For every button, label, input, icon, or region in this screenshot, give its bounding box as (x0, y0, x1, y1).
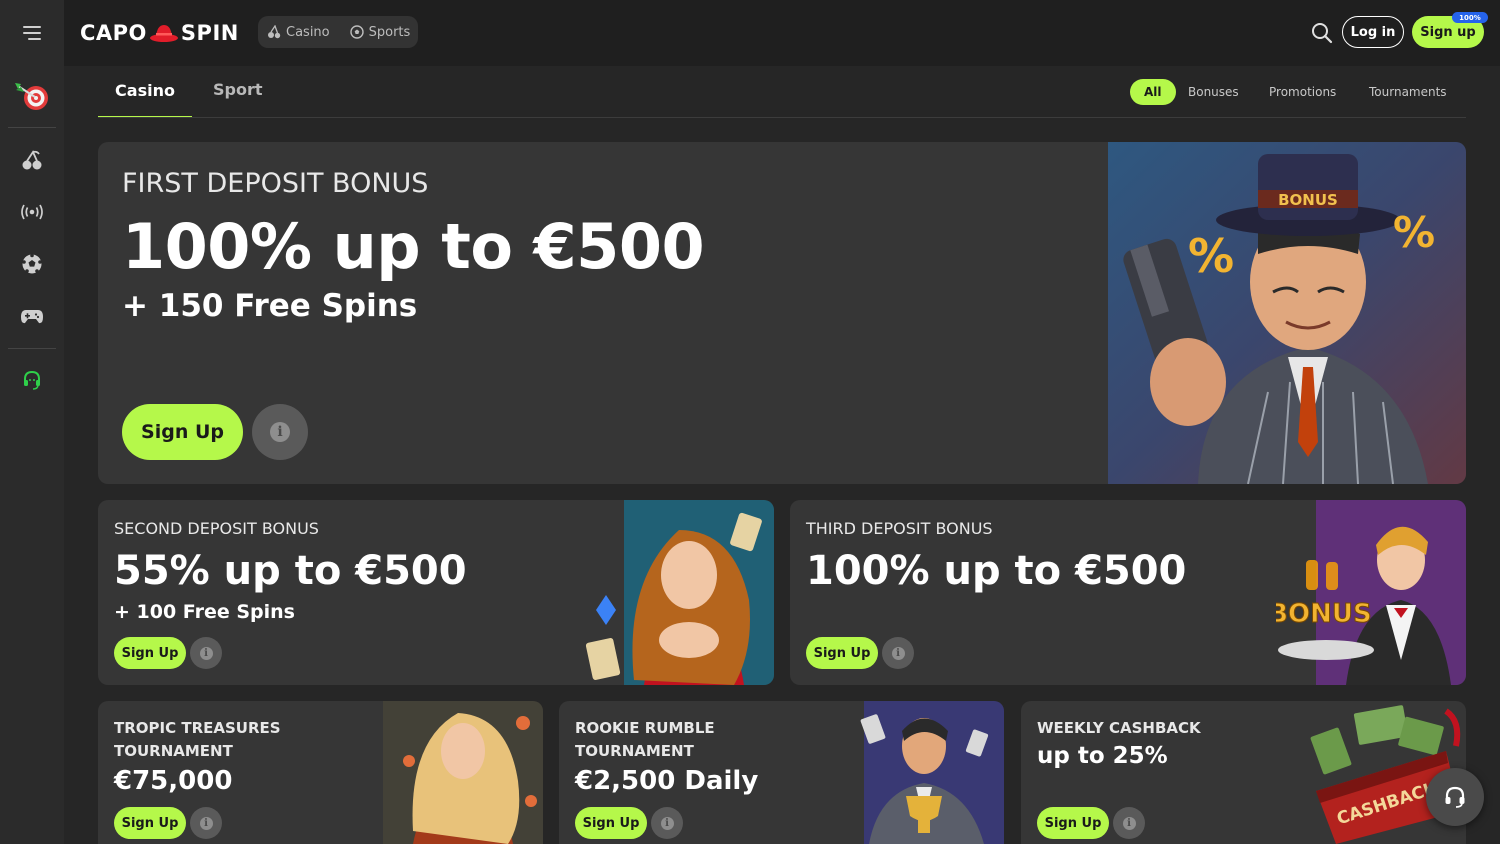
info-icon: i (891, 646, 905, 660)
cherry-icon (22, 150, 42, 170)
sidebar-item-promotions[interactable] (0, 76, 64, 116)
gamepad-icon (21, 310, 43, 324)
tab-casino[interactable]: Casino (98, 80, 192, 118)
mobster-illustration: BONUS % % (1108, 142, 1466, 484)
live-support-button[interactable] (1426, 768, 1484, 826)
info-icon: i (270, 422, 290, 442)
logo-text-right: SPIN (180, 21, 239, 45)
hero-art-word: BONUS (1278, 191, 1338, 209)
card5-kicker-2: TOURNAMENT (575, 742, 694, 760)
card3-art-word: BONUS (1276, 599, 1372, 629)
info-icon: i (199, 646, 213, 660)
search-icon[interactable] (1310, 21, 1334, 45)
card6-signup-button[interactable]: Sign Up (1037, 807, 1109, 839)
card4-info-button[interactable]: i (190, 807, 222, 839)
sidebar-item-games[interactable] (0, 296, 64, 336)
card2-info-button[interactable]: i (190, 637, 222, 669)
sidebar-item-sports[interactable] (0, 244, 64, 284)
logo-text-left: CAPO (80, 21, 147, 45)
filter-promotions[interactable]: Promotions (1269, 79, 1336, 105)
card3-info-button[interactable]: i (882, 637, 914, 669)
hero-info-button[interactable]: i (252, 404, 308, 460)
queen-illustration (585, 500, 774, 685)
card4-headline: €75,000 (114, 766, 233, 796)
card4-kicker-1: TROPIC TREASURES (114, 719, 281, 737)
card3-headline: 100% up to €500 (806, 548, 1187, 594)
hero-bonus-card: FIRST DEPOSIT BONUS 100% up to €500 + 15… (98, 142, 1466, 484)
info-icon: i (660, 816, 674, 830)
soccer-ball-icon (22, 253, 42, 274)
mode-casino[interactable]: Casino (267, 25, 330, 40)
card2-kicker: SECOND DEPOSIT BONUS (114, 519, 319, 538)
hero-kicker: FIRST DEPOSIT BONUS (122, 168, 429, 199)
waiter-illustration: BONUS (1276, 500, 1466, 685)
card2-signup-button[interactable]: Sign Up (114, 637, 186, 669)
logo-hat-icon (149, 25, 178, 42)
filter-all[interactable]: All (1130, 79, 1176, 105)
rookie-rumble-card: ROOKIE RUMBLE TOURNAMENT €2,500 Daily Si… (559, 701, 1004, 844)
headset-icon (1445, 786, 1465, 808)
card5-kicker-1: ROOKIE RUMBLE (575, 719, 715, 737)
sidebar (0, 66, 64, 844)
hero-signup-button[interactable]: Sign Up (122, 404, 243, 460)
third-deposit-card: THIRD DEPOSIT BONUS 100% up to €500 Sign… (790, 500, 1466, 685)
tropic-treasures-card: TROPIC TREASURES TOURNAMENT €75,000 Sign… (98, 701, 543, 844)
hero-art-percent-right: % (1393, 208, 1435, 257)
hero-subline: + 150 Free Spins (122, 288, 418, 324)
top-bar: CAPO SPIN Casino Sports Log in Sign up 1… (0, 0, 1500, 66)
card2-subline: + 100 Free Spins (114, 601, 295, 623)
mode-switch: Casino Sports (258, 16, 418, 48)
info-icon: i (1122, 816, 1136, 830)
sidebar-item-casino[interactable] (0, 140, 64, 180)
soccer-ball-icon (349, 25, 364, 39)
rookie-illustration (860, 701, 1004, 844)
card6-kicker: WEEKLY CASHBACK (1037, 719, 1201, 737)
menu-icon[interactable] (0, 0, 64, 66)
login-button[interactable]: Log in (1342, 16, 1404, 48)
tab-sport[interactable]: Sport (213, 80, 263, 99)
site-logo[interactable]: CAPO SPIN (80, 19, 239, 47)
hero-art-percent-left: % (1188, 229, 1234, 283)
tropic-queen-illustration (383, 701, 543, 844)
card2-headline: 55% up to €500 (114, 548, 467, 594)
signup-bonus-badge: 100% (1452, 12, 1488, 23)
second-deposit-card: SECOND DEPOSIT BONUS 55% up to €500 + 10… (98, 500, 774, 685)
card5-headline: €2,500 Daily (575, 766, 759, 796)
card4-kicker-2: TOURNAMENT (114, 742, 233, 760)
card6-headline: up to 25% (1037, 743, 1168, 769)
mode-sports[interactable]: Sports (349, 24, 411, 40)
cherry-icon (268, 25, 281, 39)
sidebar-item-support[interactable] (0, 360, 64, 400)
filter-tournaments[interactable]: Tournaments (1369, 79, 1447, 105)
card5-signup-button[interactable]: Sign Up (575, 807, 647, 839)
card5-info-button[interactable]: i (651, 807, 683, 839)
card3-signup-button[interactable]: Sign Up (806, 637, 878, 669)
card6-info-button[interactable]: i (1113, 807, 1145, 839)
mode-sports-label: Sports (368, 24, 411, 40)
tabs-divider (98, 117, 1466, 118)
info-icon: i (199, 816, 213, 830)
card3-kicker: THIRD DEPOSIT BONUS (806, 519, 993, 538)
dart-target-icon (15, 83, 48, 110)
sidebar-item-live[interactable] (0, 192, 64, 232)
hero-headline: 100% up to €500 (122, 210, 705, 283)
live-broadcast-icon (21, 204, 43, 220)
filter-bonuses[interactable]: Bonuses (1188, 79, 1239, 105)
mode-casino-label: Casino (286, 24, 330, 40)
card4-signup-button[interactable]: Sign Up (114, 807, 186, 839)
headset-icon (24, 370, 40, 390)
weekly-cashback-card: WEEKLY CASHBACK up to 25% Sign Up i CASH… (1021, 701, 1466, 844)
